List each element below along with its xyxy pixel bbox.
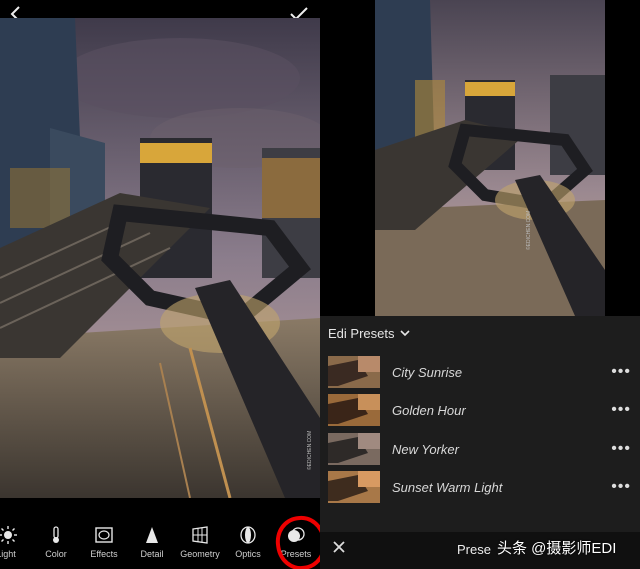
- close-icon: [333, 541, 345, 553]
- tool-detail[interactable]: Detail: [128, 514, 176, 569]
- preset-thumbnail: [328, 356, 380, 388]
- grid-icon: [192, 526, 208, 544]
- thermometer-icon: [53, 526, 59, 543]
- more-dots-icon[interactable]: •••: [611, 440, 631, 458]
- tool-label: Detail: [140, 549, 164, 559]
- triangle-icon: [146, 527, 158, 543]
- bottom-bar: Prese 头条 @摄影师EDI: [320, 532, 640, 569]
- more-dots-icon[interactable]: •••: [611, 401, 631, 419]
- sun-icon: [0, 526, 17, 544]
- tool-light[interactable]: Light: [0, 514, 18, 569]
- preset-thumbnail: [328, 471, 380, 503]
- preset-name: City Sunrise: [392, 364, 463, 380]
- photo-credit: ©EDICHEN.COM: [526, 210, 532, 250]
- edit-toolbar: Light Color Effects Detail: [0, 512, 320, 569]
- preset-item[interactable]: Golden Hour •••: [328, 393, 633, 427]
- lens-icon: [240, 526, 256, 544]
- tool-optics[interactable]: Optics: [224, 514, 272, 569]
- preset-name: New Yorker: [392, 441, 459, 457]
- preset-group-name: Edi Presets: [328, 326, 395, 341]
- chevron-down-icon: [400, 328, 411, 340]
- more-dots-icon[interactable]: •••: [611, 478, 631, 496]
- tool-geometry[interactable]: Geometry: [176, 514, 224, 569]
- preset-name: Golden Hour: [392, 402, 466, 418]
- preset-name: Sunset Warm Light: [392, 479, 503, 495]
- close-button[interactable]: [333, 538, 345, 558]
- presets-panel: ©EDICHEN.COM Edi Presets City Sunrise ••…: [320, 0, 640, 569]
- tool-label: Color: [45, 549, 67, 559]
- editor-panel-left: ©EDICHEN.COM Light Color Effects: [0, 0, 320, 569]
- preset-item[interactable]: City Sunrise •••: [328, 355, 633, 389]
- photo-preview-small[interactable]: [375, 0, 605, 316]
- preset-group-selector[interactable]: Edi Presets: [328, 326, 411, 341]
- panel-title: Prese: [457, 542, 491, 557]
- tool-label: Geometry: [180, 549, 220, 559]
- tool-label: Effects: [90, 549, 118, 559]
- watermark: 头条 @摄影师EDI: [497, 540, 617, 557]
- presets-highlight-circle: [272, 512, 320, 569]
- vignette-icon: [95, 527, 113, 543]
- photo-preview[interactable]: [0, 18, 320, 498]
- preset-thumbnail: [328, 394, 380, 426]
- preset-item[interactable]: New Yorker •••: [328, 432, 633, 466]
- tool-color[interactable]: Color: [32, 514, 80, 569]
- more-dots-icon[interactable]: •••: [611, 363, 631, 381]
- tool-label: Light: [0, 549, 16, 559]
- tool-label: Optics: [235, 549, 261, 559]
- tool-effects[interactable]: Effects: [80, 514, 128, 569]
- preset-thumbnail: [328, 433, 380, 465]
- preset-item[interactable]: Sunset Warm Light •••: [328, 470, 633, 504]
- tool-presets[interactable]: Presets: [272, 512, 320, 569]
- photo-credit: ©EDICHEN.COM: [307, 430, 313, 470]
